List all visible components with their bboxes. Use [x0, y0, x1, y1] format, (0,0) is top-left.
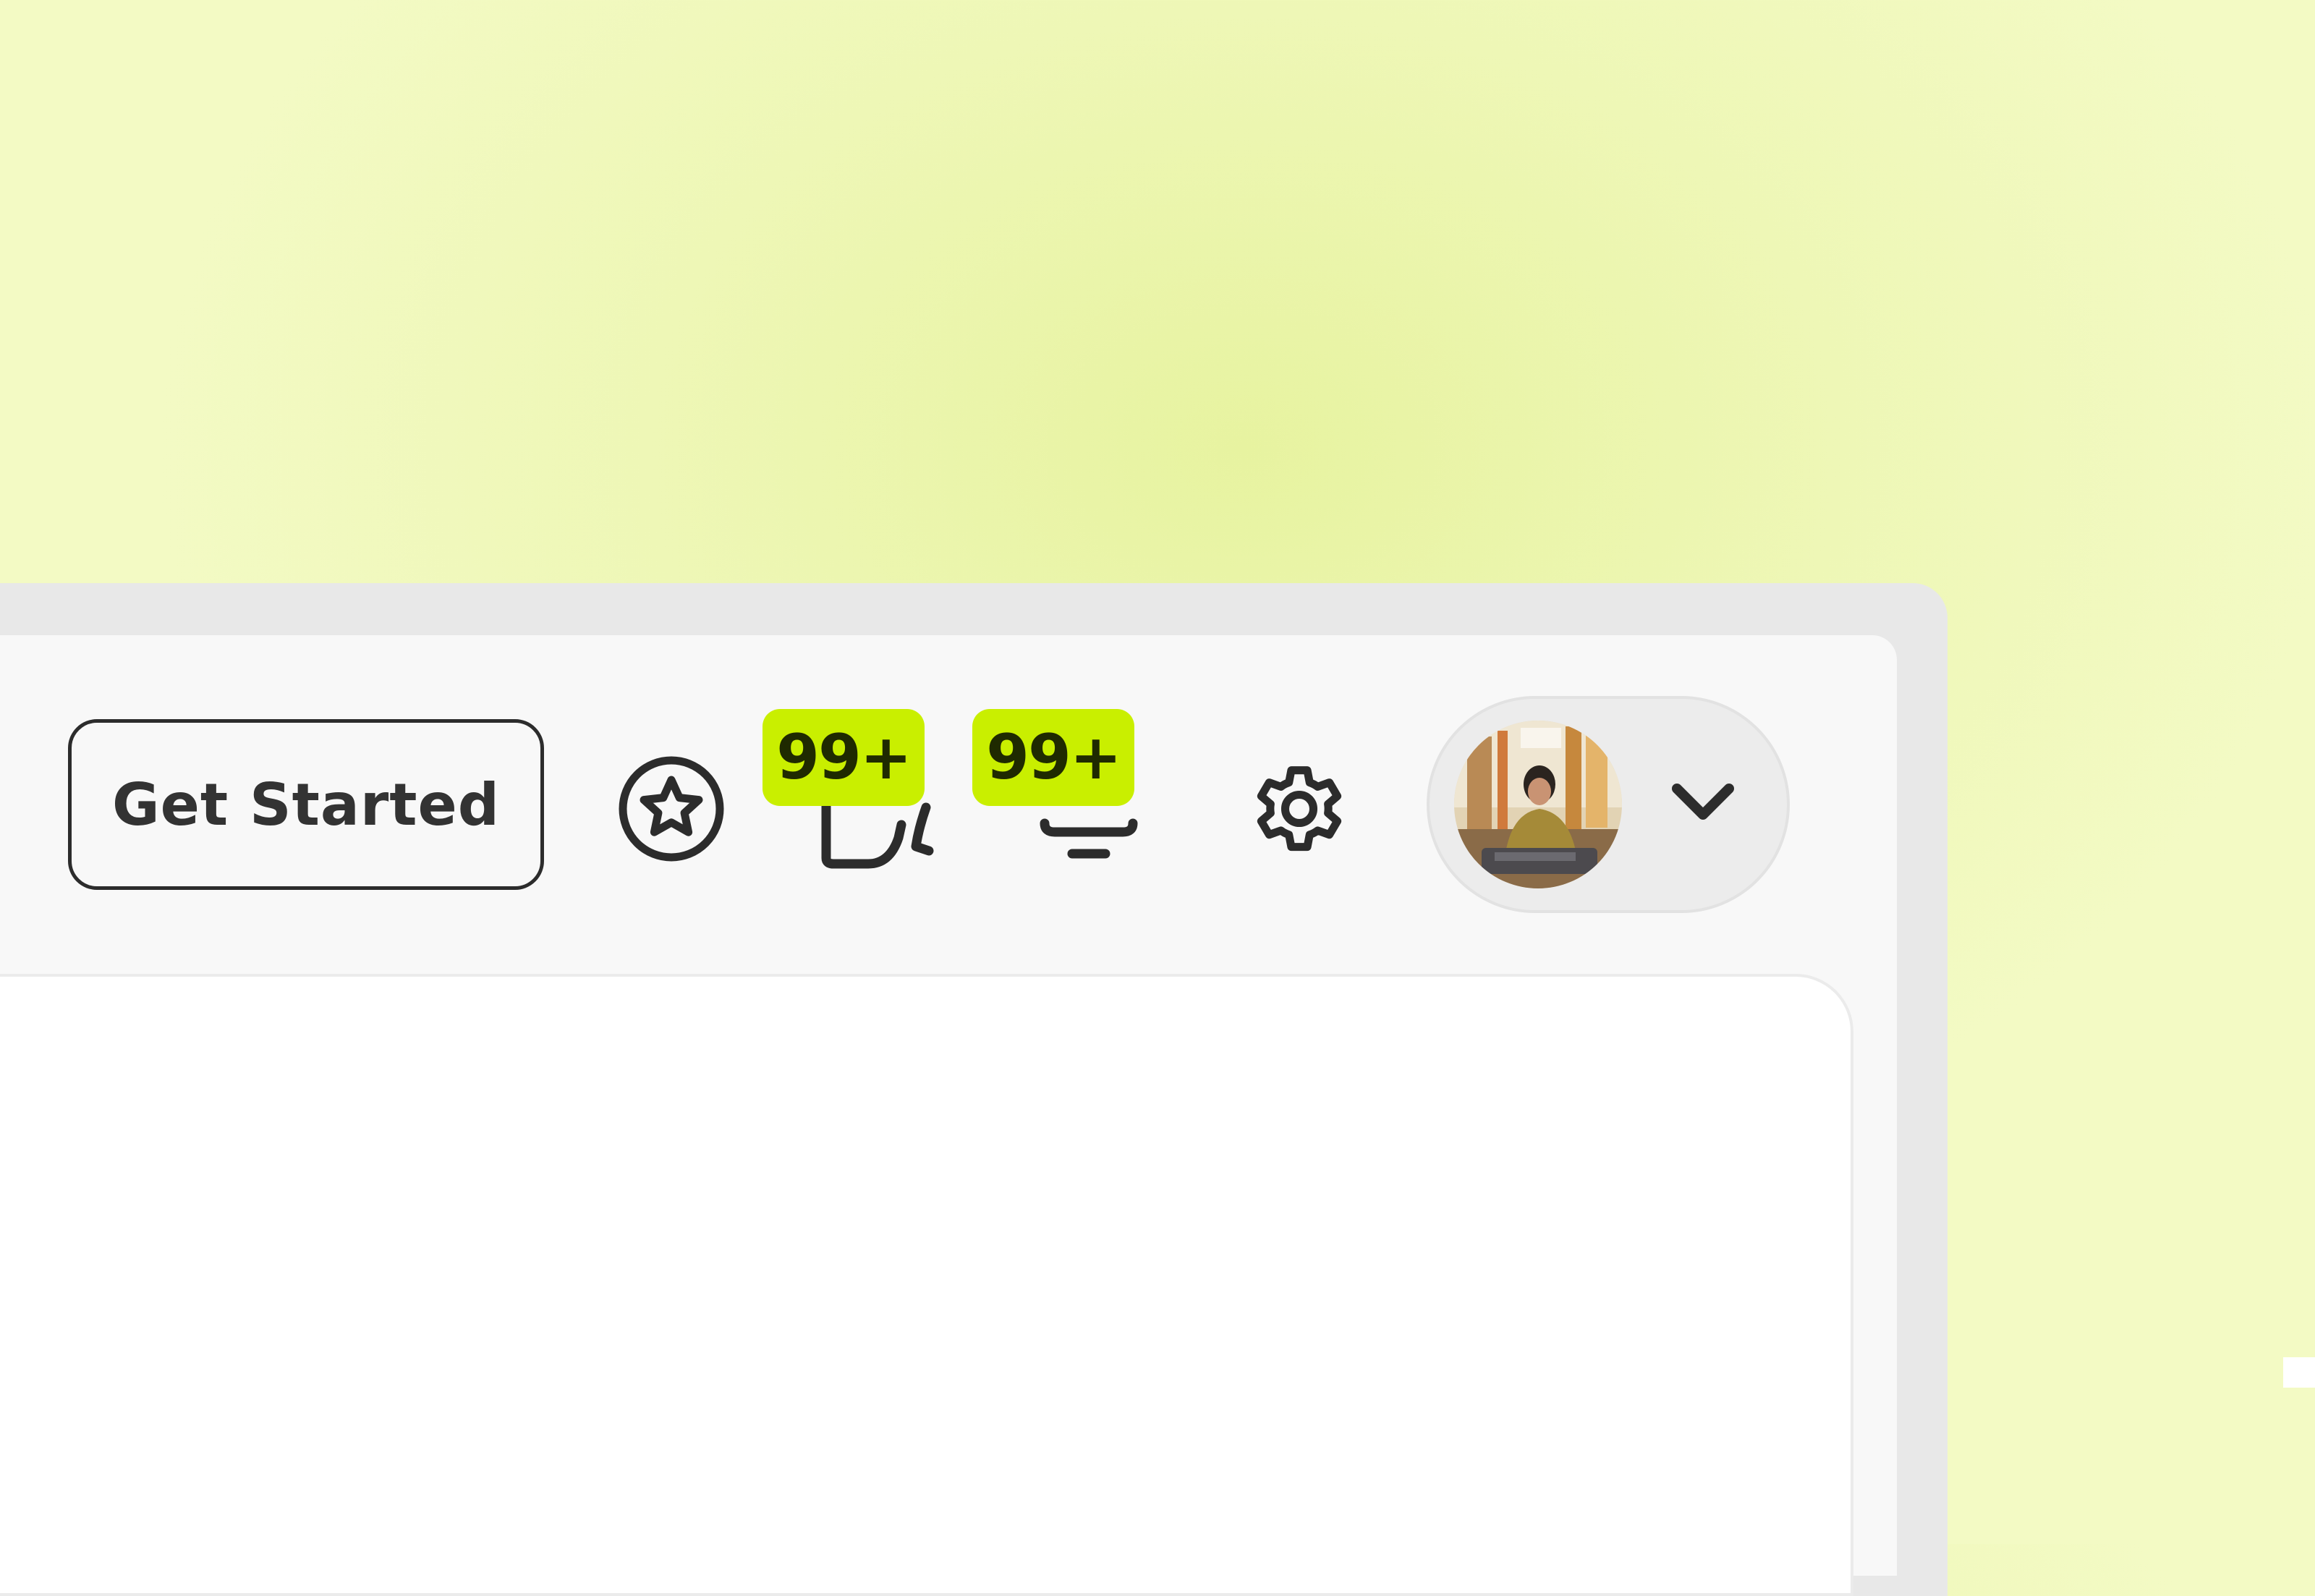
messages-badge: 99+ — [763, 709, 925, 806]
user-avatar-photo — [1454, 721, 1622, 888]
settings-button[interactable] — [1243, 752, 1356, 865]
profile-menu-button[interactable] — [1427, 696, 1790, 913]
favorites-button[interactable] — [615, 752, 728, 865]
gear-icon — [1257, 766, 1342, 852]
notifications-badge: 99+ — [972, 709, 1134, 806]
get-started-button[interactable]: Get Started — [68, 719, 544, 890]
avatar — [1454, 721, 1622, 888]
decorative-mark — [2283, 1357, 2315, 1388]
chevron-down-icon — [1672, 784, 1734, 820]
content-card — [0, 974, 1853, 1596]
star-circle-icon — [619, 756, 724, 862]
